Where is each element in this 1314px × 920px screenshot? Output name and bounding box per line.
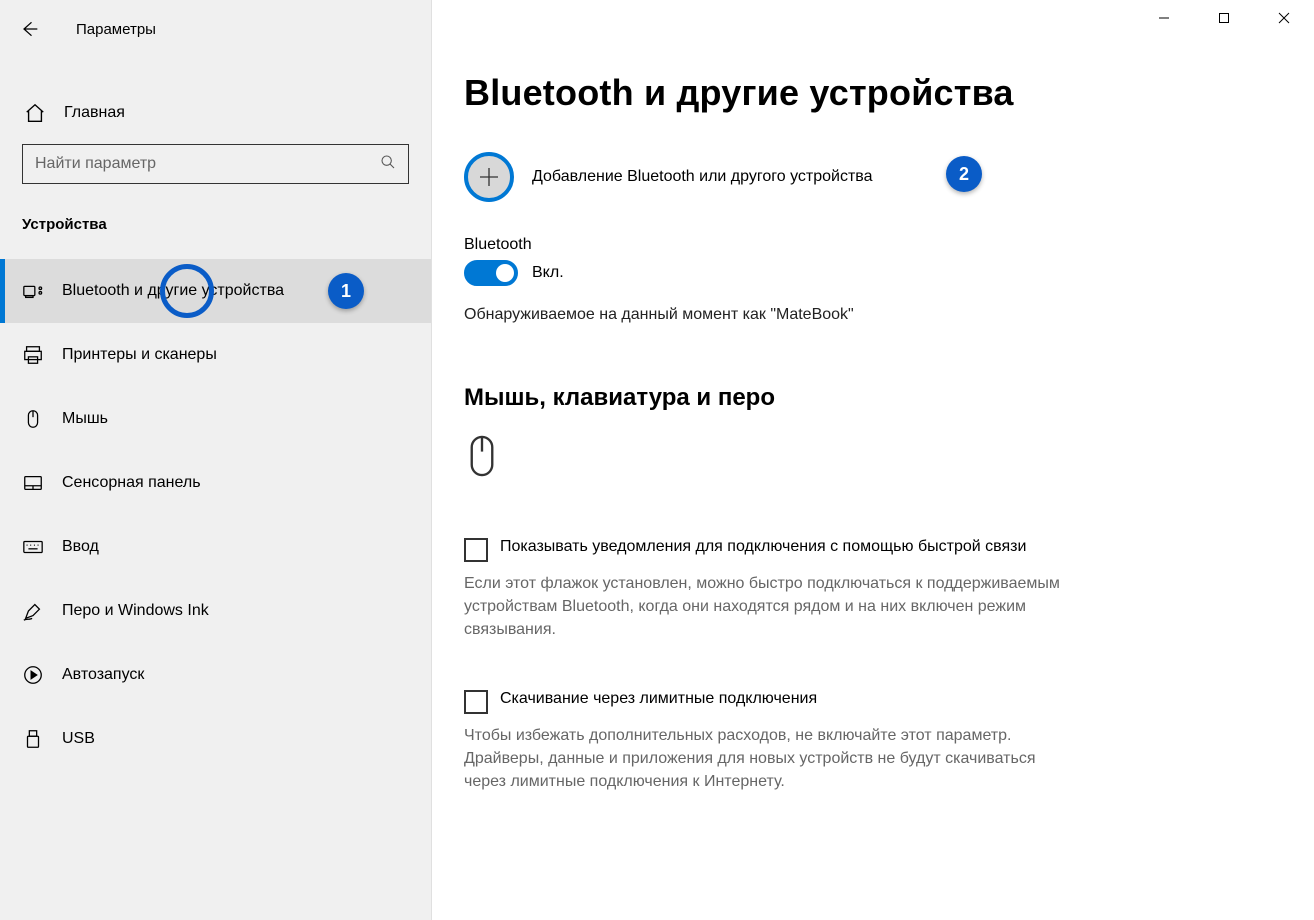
pen-icon: [22, 600, 44, 622]
annotation-badge-2: 2: [946, 156, 982, 192]
content-pane: Bluetooth и другие устройства Добавление…: [432, 0, 1314, 920]
bluetooth-heading: Bluetooth: [464, 236, 1282, 254]
nav-label: Ввод: [62, 538, 99, 556]
home-label: Главная: [64, 104, 125, 122]
page-title: Bluetooth и другие устройства: [464, 72, 1282, 114]
nav-typing[interactable]: Ввод: [0, 515, 431, 579]
bluetooth-devices-icon: [22, 280, 44, 302]
nav-printers[interactable]: Принтеры и сканеры: [0, 323, 431, 387]
nav-bluetooth[interactable]: Bluetooth и другие устройства 1: [0, 259, 431, 323]
metered-checkbox[interactable]: [464, 690, 488, 714]
section-mouse-keyboard: Мышь, клавиатура и перо: [464, 384, 1282, 412]
touchpad-icon: [22, 472, 44, 494]
metered-help: Чтобы избежать дополнительных расходов, …: [464, 724, 1064, 794]
nav-home[interactable]: Главная: [0, 88, 431, 138]
close-button[interactable]: [1254, 0, 1314, 36]
search-box[interactable]: [22, 144, 409, 184]
printer-icon: [22, 344, 44, 366]
discoverable-text: Обнаруживаемое на данный момент как "Mat…: [464, 306, 1282, 324]
back-button[interactable]: [18, 18, 40, 40]
nav-label: USB: [62, 730, 95, 748]
nav-label: Принтеры и сканеры: [62, 346, 217, 364]
mouse-device-icon[interactable]: [464, 434, 504, 482]
nav-label: Bluetooth и другие устройства: [62, 282, 284, 300]
toggle-state-label: Вкл.: [532, 264, 564, 282]
nav-label: Сенсорная панель: [62, 474, 201, 492]
maximize-button[interactable]: [1194, 0, 1254, 36]
search-icon: [380, 154, 396, 175]
search-input[interactable]: [35, 155, 380, 173]
nav-usb[interactable]: USB: [0, 707, 431, 771]
keyboard-icon: [22, 536, 44, 558]
app-title: Параметры: [76, 21, 156, 38]
annotation-badge-1: 1: [328, 273, 364, 309]
add-device-plus-icon: [464, 152, 514, 202]
quick-pair-checkbox[interactable]: [464, 538, 488, 562]
home-icon: [24, 102, 46, 124]
sidebar-section-label: Устройства: [0, 184, 431, 245]
nav-label: Мышь: [62, 410, 108, 428]
bluetooth-toggle[interactable]: [464, 260, 518, 286]
usb-icon: [22, 728, 44, 750]
nav-label: Автозапуск: [62, 666, 144, 684]
title-bar: [1134, 0, 1314, 36]
add-device-row[interactable]: Добавление Bluetooth или другого устройс…: [464, 152, 1282, 202]
nav-label: Перо и Windows Ink: [62, 602, 209, 620]
add-device-label: Добавление Bluetooth или другого устройс…: [532, 168, 873, 186]
sidebar: Параметры Главная Устройства Bluetooth и…: [0, 0, 432, 920]
mouse-icon: [22, 408, 44, 430]
nav-mouse[interactable]: Мышь: [0, 387, 431, 451]
autoplay-icon: [22, 664, 44, 686]
minimize-button[interactable]: [1134, 0, 1194, 36]
metered-label: Скачивание через лимитные подключения: [500, 690, 817, 708]
nav-touchpad[interactable]: Сенсорная панель: [0, 451, 431, 515]
nav-autoplay[interactable]: Автозапуск: [0, 643, 431, 707]
quick-pair-help: Если этот флажок установлен, можно быстр…: [464, 572, 1064, 642]
nav-pen[interactable]: Перо и Windows Ink: [0, 579, 431, 643]
quick-pair-label: Показывать уведомления для подключения с…: [500, 538, 1026, 556]
